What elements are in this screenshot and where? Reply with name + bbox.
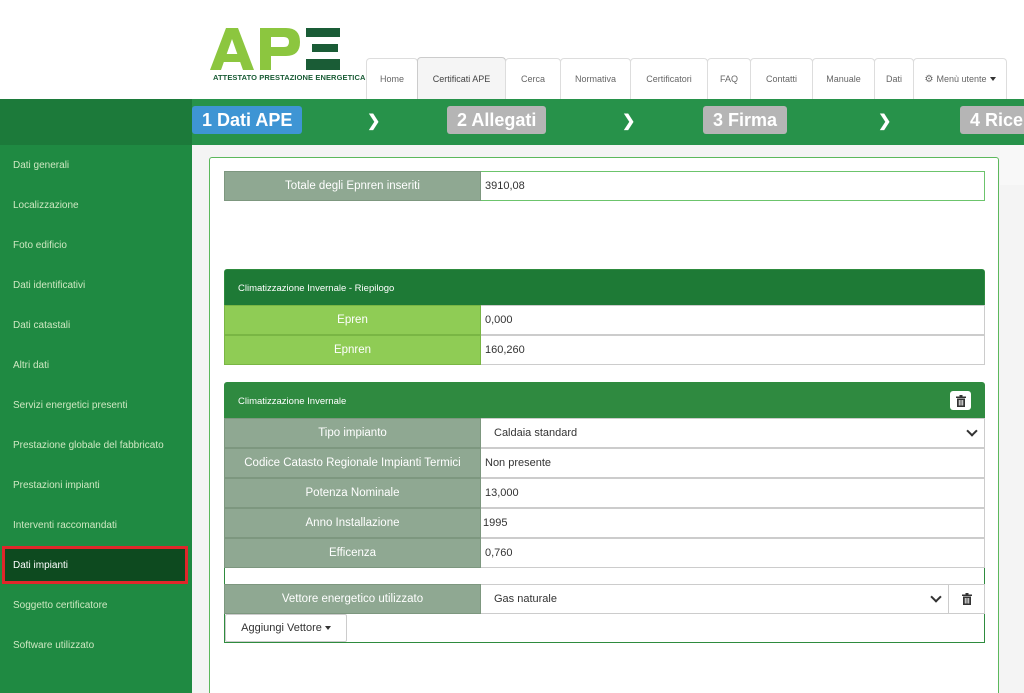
right-strip <box>1000 145 1024 185</box>
vettore-value: Gas naturale <box>494 593 557 605</box>
tab-contatti[interactable]: Contatti <box>750 58 813 99</box>
tab-home[interactable]: Home <box>366 58 418 99</box>
sidebar-item-soggetto-certificatore[interactable]: Soggetto certificatore <box>0 585 192 625</box>
anno-installazione-field[interactable]: 1995 <box>481 508 985 538</box>
potenza-nominale-label: Potenza Nominale <box>224 478 481 508</box>
efficenza-row: Efficenza 0,760 <box>224 538 985 568</box>
tipo-impianto-row: Tipo impianto Caldaia standard <box>224 418 985 448</box>
sidebar-item-altri-dati[interactable]: Altri dati <box>0 345 192 385</box>
aggiungi-vettore-button[interactable]: Aggiungi Vettore <box>225 614 347 642</box>
tipo-impianto-label: Tipo impianto <box>224 418 481 448</box>
tipo-impianto-select[interactable]: Caldaia standard <box>481 418 985 448</box>
sidebar-item-interventi-raccomandati[interactable]: Interventi raccomandati <box>0 505 192 545</box>
step-firma[interactable]: 3 Firma <box>703 106 788 134</box>
sidebar-item-localizzazione[interactable]: Localizzazione <box>0 185 192 225</box>
tab-certificatori[interactable]: Certificatori <box>630 58 708 99</box>
aggiungi-vettore-label: Aggiungi Vettore <box>241 622 322 634</box>
chevron-right-icon: ❯ <box>367 113 381 130</box>
vettore-select[interactable]: Gas naturale <box>481 584 985 614</box>
tab-certificati-ape[interactable]: Certificati APE <box>417 57 506 99</box>
tipo-impianto-value: Caldaia standard <box>494 427 578 439</box>
potenza-nominale-field[interactable]: 13,000 <box>481 478 985 508</box>
efficenza-field[interactable]: 0,760 <box>481 538 985 568</box>
sidebar-item-dati-impianti[interactable]: Dati impianti <box>2 546 188 584</box>
sidebar-item-dati-catastali[interactable]: Dati catastali <box>0 305 192 345</box>
totale-row: Totale degli Epnren inseriti 3910,08 <box>224 171 985 201</box>
vettore-row: Vettore energetico utilizzato Gas natura… <box>224 584 985 614</box>
tab-faq[interactable]: FAQ <box>707 58 751 99</box>
trash-icon <box>961 593 972 605</box>
tab-cerca[interactable]: Cerca <box>505 58 561 99</box>
step-ricevuta[interactable]: 4 Rice <box>960 106 1024 134</box>
totale-value: 3910,08 <box>481 171 985 201</box>
epnren-label: Epnren <box>224 335 481 365</box>
anno-installazione-label: Anno Installazione <box>224 508 481 538</box>
sidebar-item-foto-edificio[interactable]: Foto edificio <box>0 225 192 265</box>
epren-value: 0,000 <box>481 305 985 335</box>
vettore-label: Vettore energetico utilizzato <box>224 584 481 614</box>
tab-dati[interactable]: Dati <box>874 58 914 99</box>
step-allegati[interactable]: 2 Allegati <box>447 106 547 134</box>
codice-catasto-label: Codice Catasto Regionale Impianti Termic… <box>224 448 481 478</box>
invernale-title: Climatizzazione Invernale <box>238 395 347 407</box>
sidebar-item-dati-generali[interactable]: Dati generali <box>0 145 192 185</box>
epnren-row: Epnren 160,260 <box>224 335 985 365</box>
sidebar-item-servizi-energetici[interactable]: Servizi energetici presenti <box>0 385 192 425</box>
epren-label: Epren <box>224 305 481 335</box>
epnren-value: 160,260 <box>481 335 985 365</box>
efficenza-label: Efficenza <box>224 538 481 568</box>
tab-manuale[interactable]: Manuale <box>812 58 875 99</box>
sidebar: Dati generali Localizzazione Foto edific… <box>0 145 192 693</box>
tab-normativa[interactable]: Normativa <box>560 58 631 99</box>
chevron-right-icon: ❯ <box>878 113 892 130</box>
codice-catasto-row: Codice Catasto Regionale Impianti Termic… <box>224 448 985 478</box>
gear-icon: ⚙ <box>924 73 934 85</box>
anno-installazione-row: Anno Installazione 1995 <box>224 508 985 538</box>
chevron-down-icon <box>989 77 996 81</box>
chevron-down-icon <box>930 591 942 603</box>
menu-utente-label: Menù utente <box>936 74 987 84</box>
header: ATTESTATO PRESTAZIONE ENERGETICA Home Ce… <box>0 0 1024 99</box>
trash-icon <box>955 394 966 407</box>
logo-tagline: ATTESTATO PRESTAZIONE ENERGETICA <box>213 73 366 82</box>
riepilogo-title: Climatizzazione Invernale - Riepilogo <box>225 270 984 306</box>
invernale-header: Climatizzazione Invernale <box>225 383 984 419</box>
tab-menu-utente[interactable]: ⚙ Menù utente <box>913 58 1007 99</box>
potenza-nominale-row: Potenza Nominale 13,000 <box>224 478 985 508</box>
sidebar-item-dati-identificativi[interactable]: Dati identificativi <box>0 265 192 305</box>
codice-catasto-value[interactable]: Non presente <box>481 448 985 478</box>
delete-vettore-button[interactable] <box>948 585 984 613</box>
sidebar-item-prestazione-globale[interactable]: Prestazione globale del fabbricato <box>0 425 192 465</box>
main-nav: Home Certificati APE Cerca Normativa Cer… <box>366 57 1007 99</box>
chevron-down-icon <box>966 425 978 437</box>
totale-label: Totale degli Epnren inseriti <box>224 171 481 201</box>
steps-bar-left <box>0 99 192 145</box>
sidebar-item-prestazioni-impianti[interactable]: Prestazioni impianti <box>0 465 192 505</box>
delete-impianto-button[interactable] <box>950 391 971 410</box>
epren-row: Epren 0,000 <box>224 305 985 335</box>
step-dati-ape[interactable]: 1 Dati APE <box>192 106 303 134</box>
chevron-right-icon: ❯ <box>622 113 636 130</box>
chevron-down-icon <box>324 626 331 630</box>
sidebar-item-software-utilizzato[interactable]: Software utilizzato <box>0 625 192 665</box>
steps-bar: 1 Dati APE ❯ 2 Allegati ❯ 3 Firma ❯ 4 Ri… <box>0 99 1024 145</box>
